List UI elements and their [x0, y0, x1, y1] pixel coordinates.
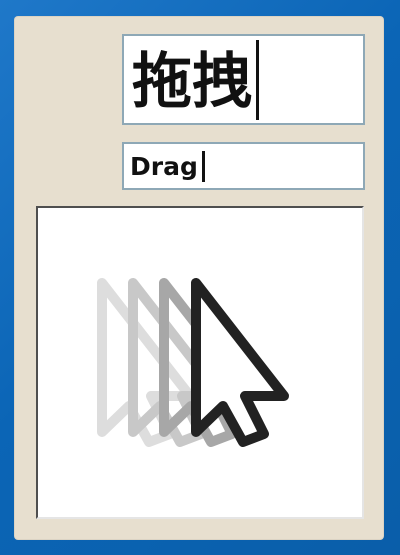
primary-text-caret: [256, 39, 259, 120]
drag-demo-panel: 拖拽 Drag: [14, 16, 384, 540]
secondary-text-field[interactable]: Drag: [122, 142, 365, 190]
secondary-text-caret: [201, 150, 205, 182]
drag-cursor-motion-icon: [97, 278, 289, 447]
cursor-main-icon: [191, 278, 289, 447]
secondary-text-value: Drag: [130, 151, 198, 181]
primary-text-field[interactable]: 拖拽: [122, 34, 365, 125]
drag-preview-area: [36, 206, 364, 519]
primary-text-value: 拖拽: [132, 46, 252, 117]
